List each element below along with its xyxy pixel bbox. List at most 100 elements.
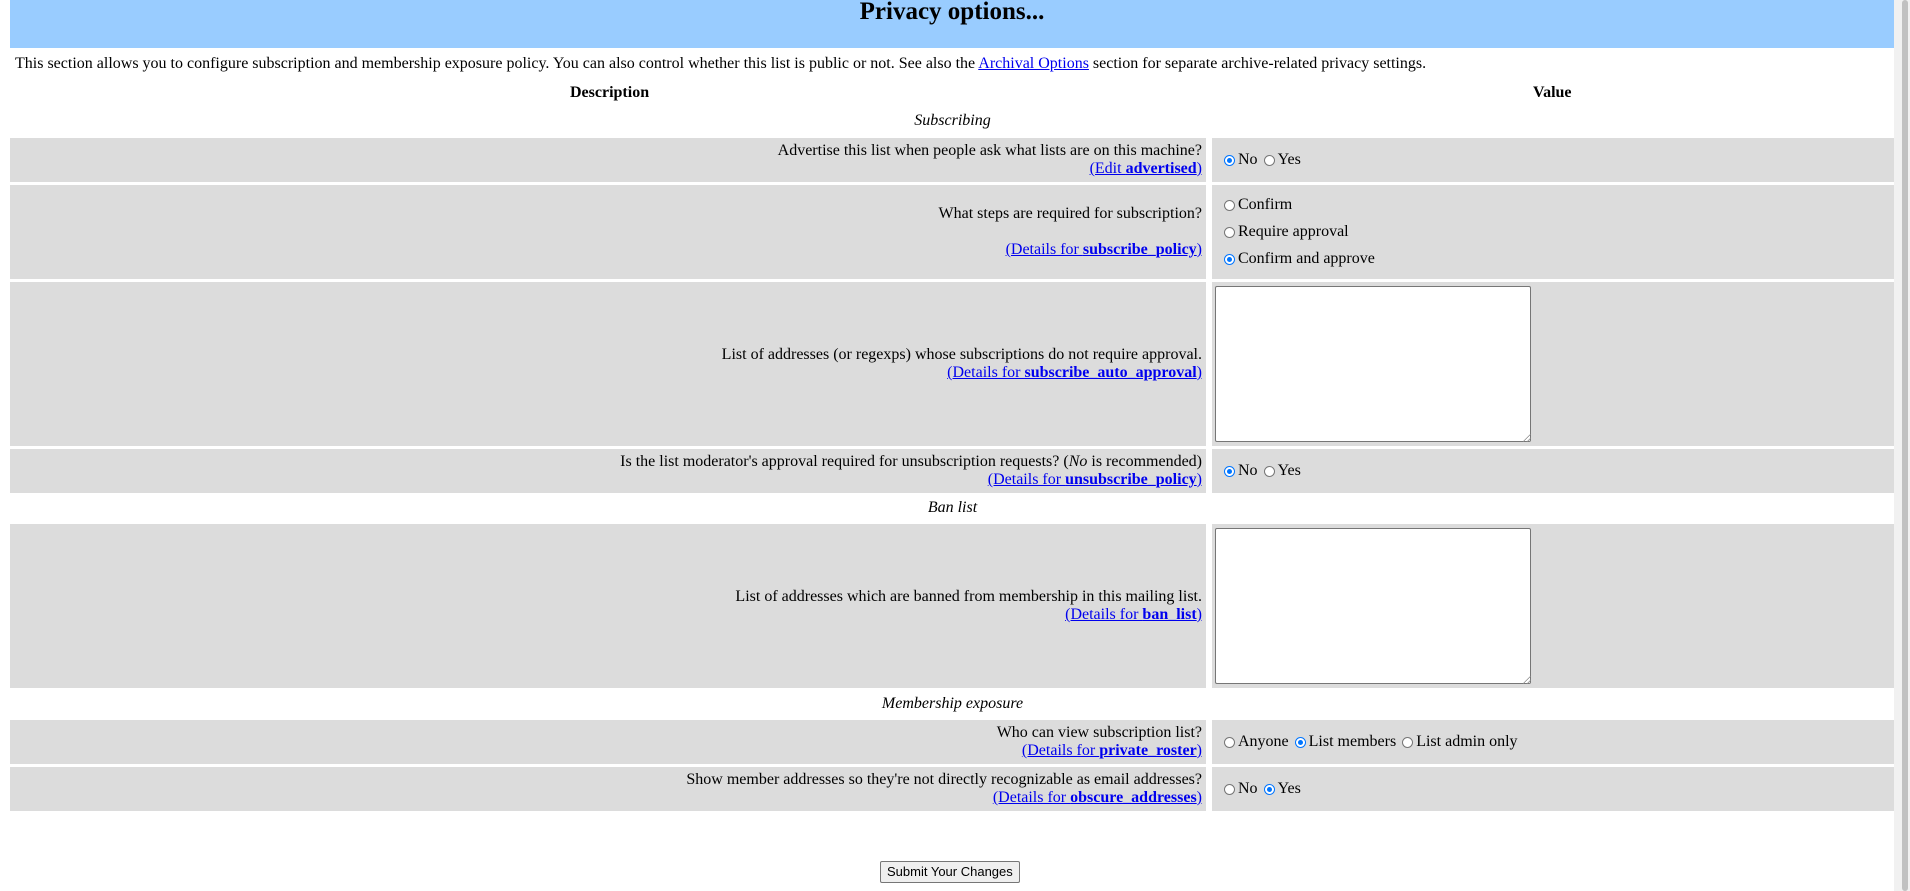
unsubscribe-option-no[interactable]: No <box>1224 462 1258 480</box>
row-subscribe-auto-approval-description: List of addresses (or regexps) whose sub… <box>10 282 1206 446</box>
row-subscribe-auto-approval-value <box>1212 282 1894 446</box>
row-private-roster-description: Who can view subscription list? (Details… <box>10 720 1206 764</box>
option-label: Yes <box>1277 151 1301 168</box>
advertised-option-no[interactable]: No <box>1224 151 1258 169</box>
row-ban-list-description: List of addresses which are banned from … <box>10 524 1206 688</box>
obscure-option-yes[interactable]: Yes <box>1263 780 1301 798</box>
advertised-option-yes[interactable]: Yes <box>1263 151 1301 169</box>
link-suffix: ) <box>1196 241 1202 258</box>
radio-button[interactable] <box>1224 226 1235 238</box>
roster-option-list-admin-only[interactable]: List admin only <box>1402 733 1518 751</box>
link-prefix: (Details for <box>947 364 1025 381</box>
subscribe-auto-approval-textarea[interactable] <box>1215 286 1531 442</box>
radio-button[interactable] <box>1402 736 1414 748</box>
link-name: ban_list <box>1142 606 1197 623</box>
radio-button-selected[interactable] <box>1224 154 1235 166</box>
row-unsubscribe-policy-value: No Yes <box>1212 449 1894 493</box>
radio-button-selected[interactable] <box>1263 783 1275 795</box>
private-roster-details-link[interactable]: (Details for private_roster) <box>1022 742 1202 759</box>
subscribe-option-confirm-and-approve[interactable]: Confirm and approve <box>1224 250 1894 268</box>
row-obscure-addresses: Show member addresses so they're not dir… <box>10 767 1894 811</box>
option-label: No <box>1238 462 1258 479</box>
resize-grip-icon[interactable] <box>1523 676 1531 684</box>
radio-button[interactable] <box>1224 199 1235 211</box>
link-suffix: ) <box>1196 789 1202 806</box>
radio-button-selected[interactable] <box>1294 736 1306 748</box>
unsubscribe-policy-details-link[interactable]: (Details for unsubscribe_policy) <box>988 471 1202 488</box>
link-prefix: (Details for <box>1005 241 1083 258</box>
ban-list-question: List of addresses which are banned from … <box>735 588 1202 605</box>
row-subscribe-policy-description: What steps are required for subscription… <box>10 185 1206 279</box>
subscribe-option-confirm[interactable]: Confirm <box>1224 196 1894 214</box>
option-label: Require approval <box>1238 223 1349 240</box>
option-label: Confirm and approve <box>1238 250 1375 267</box>
obscure-addresses-question: Show member addresses so they're not dir… <box>686 771 1202 788</box>
row-unsubscribe-policy-description: Is the list moderator's approval require… <box>10 449 1206 493</box>
option-label: Yes <box>1277 780 1301 797</box>
link-name: unsubscribe_policy <box>1065 471 1197 488</box>
link-suffix: ) <box>1196 471 1202 488</box>
unsubscribe-option-yes[interactable]: Yes <box>1263 462 1301 480</box>
advertised-question: Advertise this list when people ask what… <box>777 142 1202 159</box>
scrollbar-thumb[interactable] <box>1902 0 1908 891</box>
row-ban-list: List of addresses which are banned from … <box>10 524 1894 688</box>
row-private-roster: Who can view subscription list? (Details… <box>10 720 1894 764</box>
resize-grip-icon[interactable] <box>1523 434 1531 442</box>
row-obscure-addresses-description: Show member addresses so they're not dir… <box>10 767 1206 811</box>
radio-button[interactable] <box>1224 736 1235 748</box>
radio-button-selected[interactable] <box>1224 465 1235 477</box>
question-emphasis: No <box>1068 453 1088 470</box>
question-text: is recommended) <box>1087 453 1202 470</box>
link-suffix: ) <box>1196 160 1202 177</box>
radio-button[interactable] <box>1263 465 1275 477</box>
description-header: Description <box>570 84 650 101</box>
roster-option-list-members[interactable]: List members <box>1294 733 1397 751</box>
option-label: Yes <box>1277 462 1301 479</box>
unsubscribe-radio-group: No Yes <box>1224 462 1894 480</box>
intro-before: This section allows you to configure sub… <box>15 55 979 72</box>
intro-after: section for separate archive-related pri… <box>1088 55 1427 72</box>
obscure-addresses-radio-group: No Yes <box>1224 780 1894 798</box>
subscribe-auto-approval-details-link[interactable]: (Details for subscribe_auto_approval) <box>947 364 1202 381</box>
subscribe-policy-question: What steps are required for subscription… <box>938 205 1202 222</box>
advertised-radio-group: No Yes <box>1224 151 1894 169</box>
link-suffix: ) <box>1196 364 1202 381</box>
row-subscribe-auto-approval: List of addresses (or regexps) whose sub… <box>10 282 1894 446</box>
link-name: subscribe_policy <box>1082 241 1197 258</box>
link-prefix: (Details for <box>987 471 1066 488</box>
edit-advertised-link[interactable]: (Edit advertised) <box>1090 160 1202 177</box>
row-subscribe-policy: What steps are required for subscription… <box>10 185 1894 279</box>
row-advertised: Advertise this list when people ask what… <box>10 138 1894 182</box>
ban-list-details-link[interactable]: (Details for ban_list) <box>1065 606 1202 623</box>
radio-button[interactable] <box>1263 154 1275 166</box>
row-advertised-value: No Yes <box>1212 138 1894 182</box>
ban-list-textarea[interactable] <box>1215 528 1531 684</box>
option-label: Anyone <box>1238 733 1289 750</box>
option-label: List admin only <box>1416 733 1518 750</box>
question-text: Is the list moderator's approval require… <box>620 453 1069 470</box>
link-prefix: (Edit <box>1089 160 1126 177</box>
unsubscribe-policy-question: Is the list moderator's approval require… <box>10 453 1202 471</box>
obscure-option-no[interactable]: No <box>1224 780 1258 798</box>
link-prefix: (Details for <box>992 789 1071 806</box>
link-name: obscure_addresses <box>1070 789 1197 806</box>
radio-button-selected[interactable] <box>1224 253 1235 265</box>
submit-changes-button[interactable]: Submit Your Changes <box>880 861 1020 883</box>
intro-text: This section allows you to configure sub… <box>15 55 1426 73</box>
subscribe-auto-approval-question: List of addresses (or regexps) whose sub… <box>721 346 1202 363</box>
title-bar: Privacy options... <box>10 0 1894 48</box>
roster-option-anyone[interactable]: Anyone <box>1224 733 1289 751</box>
archival-options-link[interactable]: Archival Options <box>978 55 1089 72</box>
link-suffix: ) <box>1196 742 1202 759</box>
subscribe-policy-details-link[interactable]: (Details for subscribe_policy) <box>1006 241 1202 258</box>
radio-button[interactable] <box>1224 783 1235 795</box>
row-advertised-description: Advertise this list when people ask what… <box>10 138 1206 182</box>
row-unsubscribe-policy: Is the list moderator's approval require… <box>10 449 1894 493</box>
subscribe-option-require-approval[interactable]: Require approval <box>1224 223 1894 241</box>
page-title: Privacy options... <box>859 0 1045 25</box>
link-suffix: ) <box>1196 606 1202 623</box>
option-label: No <box>1238 151 1258 168</box>
option-label: List members <box>1308 733 1397 750</box>
obscure-addresses-details-link[interactable]: (Details for obscure_addresses) <box>993 789 1202 806</box>
link-name: advertised <box>1125 160 1197 177</box>
